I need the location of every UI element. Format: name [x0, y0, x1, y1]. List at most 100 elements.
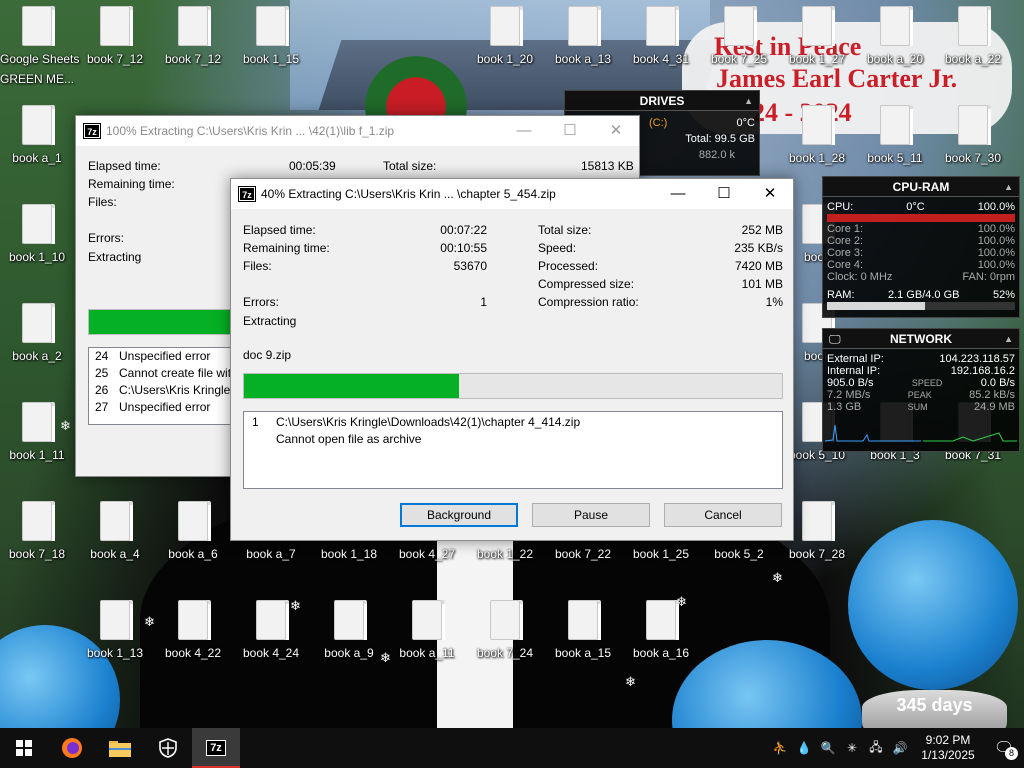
desktop-icon-book-4-31[interactable]: book 4_31 [624, 6, 698, 92]
collapse-icon[interactable]: ▲ [1004, 177, 1013, 197]
folder-icon [100, 501, 133, 541]
firefox-taskbar-button[interactable] [48, 728, 96, 768]
core-label: Core 3: [827, 247, 864, 259]
snowglobe-caption: 345 days [896, 695, 973, 715]
desktop-icon-book-7-25[interactable]: book 7_25 [702, 6, 776, 92]
network-traffic-graph [824, 424, 1017, 442]
desktop-icon-book-a-4[interactable]: book a_4 [78, 501, 152, 587]
errors-label: Errors: [243, 295, 279, 309]
pause-button[interactable]: Pause [532, 503, 650, 527]
network-icon[interactable]: 🖧 [864, 738, 888, 759]
log-text: Cannot create file with a [119, 366, 248, 380]
folder-icon [109, 741, 131, 757]
volume-icon[interactable]: 🔊 [888, 741, 912, 755]
7zip-app-icon: 7z [238, 186, 256, 202]
errors-value: 1 [480, 295, 487, 309]
desktop-icon-label: book a_13 [554, 52, 612, 66]
fan-speed: FAN: 0rpm [962, 271, 1015, 283]
minimize-button[interactable]: — [655, 179, 701, 209]
minimize-button[interactable]: — [501, 116, 547, 146]
7zip-icon: 7z [206, 740, 226, 756]
folder-icon [490, 600, 523, 640]
desktop-icon-book-a-20[interactable]: book a_20 [858, 6, 932, 92]
desktop-icon-book-a-6[interactable]: book a_6 [156, 501, 230, 587]
title-bar[interactable]: 7z 100% Extracting C:\Users\Kris Krin ..… [76, 116, 639, 146]
desktop-icon-book-a-1[interactable]: book a_1 [0, 105, 74, 191]
desktop-icon-book-1-10[interactable]: book 1_10 [0, 204, 74, 290]
clock-date: 1/13/2025 [921, 748, 975, 762]
core-value: 100.0% [977, 259, 1015, 271]
elapsed-label: Elapsed time: [243, 223, 316, 237]
desktop-icon-label: book a_20 [866, 52, 924, 66]
collapse-icon[interactable]: ▲ [1004, 329, 1013, 349]
folder-icon [724, 6, 757, 46]
cpu-percent: 100.0% [977, 201, 1015, 213]
total-size-value: 15813 KB [581, 159, 634, 173]
desktop-icon-book-1-11[interactable]: book 1_11 [0, 402, 74, 488]
close-button[interactable]: ✕ [593, 116, 639, 146]
desktop-icon-label: book a_15 [554, 646, 612, 660]
security-taskbar-button[interactable] [144, 728, 192, 768]
desktop-icon-book-a-22[interactable]: book a_22 [936, 6, 1010, 92]
desktop-icon-label: book 1_15 [242, 52, 300, 66]
log-number: 24 [95, 349, 109, 363]
desktop-icon-book-1-20[interactable]: book 1_20 [468, 6, 542, 92]
log-number: 25 [95, 366, 109, 380]
desktop-icon-green-me[interactable]: GREEN ME... [0, 20, 74, 106]
title-bar[interactable]: 7z 40% Extracting C:\Users\Kris Krin ...… [231, 179, 793, 209]
core-label: Core 2: [827, 235, 864, 247]
sum-up: 24.9 MB [974, 401, 1015, 413]
desktop-icon-book-4-22[interactable]: book 4_22 [156, 600, 230, 686]
desktop-icon-label: book a_1 [12, 151, 62, 165]
maximize-button[interactable]: ☐ [547, 116, 593, 146]
collapse-icon[interactable]: ▲ [744, 91, 753, 111]
clock[interactable]: 9:02 PM 1/13/2025 [912, 733, 984, 763]
remaining-value: 00:10:55 [440, 241, 487, 255]
external-ip-label: External IP: [827, 353, 884, 365]
water-drop-icon[interactable]: 💧 [792, 741, 816, 755]
desktop-icon-book-a-9[interactable]: book a_9 [312, 600, 386, 686]
sum-label: SUM [907, 402, 928, 412]
desktop-icon-book-7-12[interactable]: book 7_12 [156, 6, 230, 92]
folder-icon [22, 105, 55, 145]
desktop-icon-book-7-18[interactable]: book 7_18 [0, 501, 74, 587]
speed-label: Speed: [538, 241, 577, 255]
network-people-icon[interactable]: ⛹ [768, 741, 792, 755]
file-explorer-taskbar-button[interactable] [96, 728, 144, 768]
desktop-icon-book-a-13[interactable]: book a_13 [546, 6, 620, 92]
desktop-icon-book-1-15[interactable]: book 1_15 [234, 6, 308, 92]
desktop-icon-book-a-15[interactable]: book a_15 [546, 600, 620, 686]
cpu-clock: Clock: 0 MHz [827, 271, 893, 283]
desktop-icon-book-4-24[interactable]: book 4_24 [234, 600, 308, 686]
extract-window-active[interactable]: 7z 40% Extracting C:\Users\Kris Krin ...… [230, 178, 794, 541]
desktop-icon-book-a-2[interactable]: book a_2 [0, 303, 74, 389]
snowflake-tray-icon[interactable]: ✳ [840, 741, 864, 755]
desktop-icon-book-7-12[interactable]: book 7_12 [78, 6, 152, 92]
firefox-icon [62, 738, 82, 758]
desktop-icon-book-a-16[interactable]: book a_16 [624, 600, 698, 686]
cancel-button[interactable]: Cancel [664, 503, 782, 527]
folder-icon [178, 600, 211, 640]
compressed-size-label: Compressed size: [538, 277, 635, 291]
elapsed-value: 00:05:39 [289, 159, 336, 173]
start-button[interactable] [0, 728, 48, 768]
elapsed-value: 00:07:22 [440, 223, 487, 237]
speed-label: SPEED [911, 378, 943, 388]
search-icon[interactable]: 🔍 [816, 741, 840, 755]
desktop-icon-book-a-11[interactable]: book a_11 [390, 600, 464, 686]
error-log[interactable]: 1 C:\Users\Kris Kringle\Downloads\42(1)\… [243, 411, 783, 489]
desktop-icon-label: book 4_24 [242, 646, 300, 660]
desktop-icon-book-7-24[interactable]: book 7_24 [468, 600, 542, 686]
desktop-icon-label: book a_7 [246, 547, 296, 561]
7zip-taskbar-button[interactable]: 7z [192, 728, 240, 768]
background-button[interactable]: Background [400, 503, 518, 527]
desktop-icon-book-1-27[interactable]: book 1_27 [780, 6, 854, 92]
desktop-icon-book-1-13[interactable]: book 1_13 [78, 600, 152, 686]
files-label: Files: [88, 195, 117, 209]
total-size-label: Total size: [383, 159, 437, 173]
maximize-button[interactable]: ☐ [701, 179, 747, 209]
monitor-icon: 🖵 [829, 332, 841, 346]
close-button[interactable]: ✕ [747, 179, 793, 209]
notification-center-button[interactable]: 🗨 8 [984, 728, 1024, 768]
cpu-ram-title: CPU-RAM ▲ [823, 177, 1019, 197]
